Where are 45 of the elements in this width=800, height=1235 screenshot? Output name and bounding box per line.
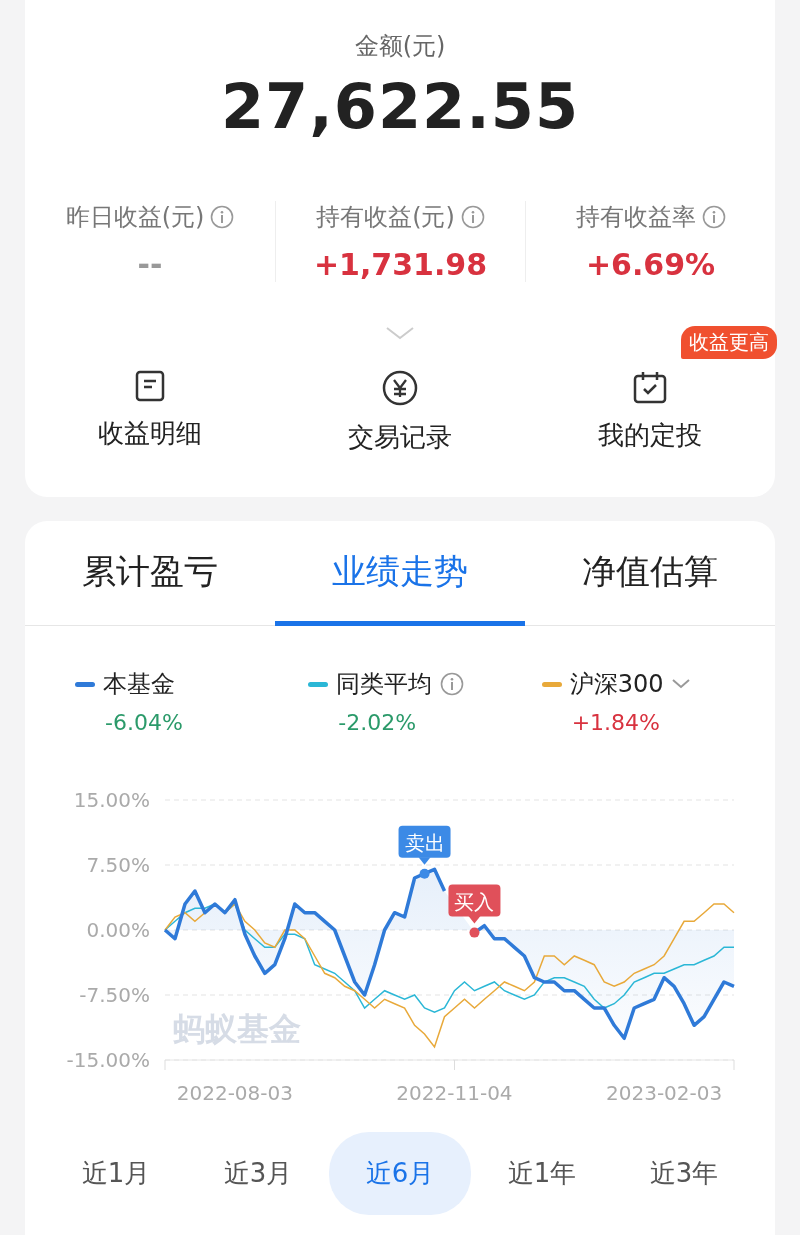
stat-value: -- [137,247,163,282]
stat-value: +6.69% [585,247,716,282]
legend-name: 沪深300 [569,669,664,700]
action-item[interactable]: 收益明细 [98,370,202,455]
x-tick-label: 2023-02-03 [606,1081,723,1105]
annotation: 卖出 [404,830,445,855]
action-item[interactable]: 交易记录 [348,370,452,455]
action-item[interactable]: 我的定投 [598,370,702,455]
annotation: 买入 [454,889,495,914]
y-tick-label: 15.00% [73,788,150,812]
y-tick-label: 0.00% [86,918,150,942]
stat-value: +1,731.98 [313,247,488,282]
legend-value: -2.02% [338,710,417,735]
y-tick-label: -7.50% [79,983,150,1007]
x-tick-label: 2022-11-04 [396,1081,513,1105]
stat-label: 持有收益率 [575,202,696,233]
period-tab[interactable]: 近1月 [45,1132,187,1215]
info-icon[interactable] [210,205,235,229]
calendar-icon [633,370,667,404]
stat-label: 持有收益(元) [316,202,455,233]
amount-value: 27,622.55 [220,70,580,143]
legend-value: +1.84% [571,710,660,735]
promo-badge: 收益更高 [681,326,777,359]
tab[interactable]: 净值估算 [525,521,775,626]
info-icon[interactable] [440,672,465,696]
period-tab[interactable]: 近3月 [187,1132,329,1215]
tab[interactable]: 业绩走势 [275,521,525,626]
period-tab[interactable]: 近3年 [613,1132,755,1215]
amount-label: 金额(元) [354,31,446,62]
legend-name: 同类平均 [336,669,433,700]
stat-label: 昨日收益(元) [65,202,205,233]
info-icon[interactable] [460,205,485,229]
y-tick-label: -15.00% [66,1048,150,1072]
period-tab[interactable]: 近6月 [329,1132,471,1215]
info-icon[interactable] [701,205,726,229]
chevron-down-icon[interactable] [671,678,692,690]
period-tab[interactable]: 近1年 [471,1132,613,1215]
document-icon [135,370,165,402]
legend-value: -6.04% [105,710,183,735]
x-tick-label: 2022-08-03 [176,1081,293,1105]
legend-name: 本基金 [103,669,175,700]
chevron-down-icon[interactable] [385,326,415,340]
yen-icon [382,370,418,406]
y-tick-label: 7.50% [86,853,150,877]
tab[interactable]: 累计盈亏 [25,521,275,626]
